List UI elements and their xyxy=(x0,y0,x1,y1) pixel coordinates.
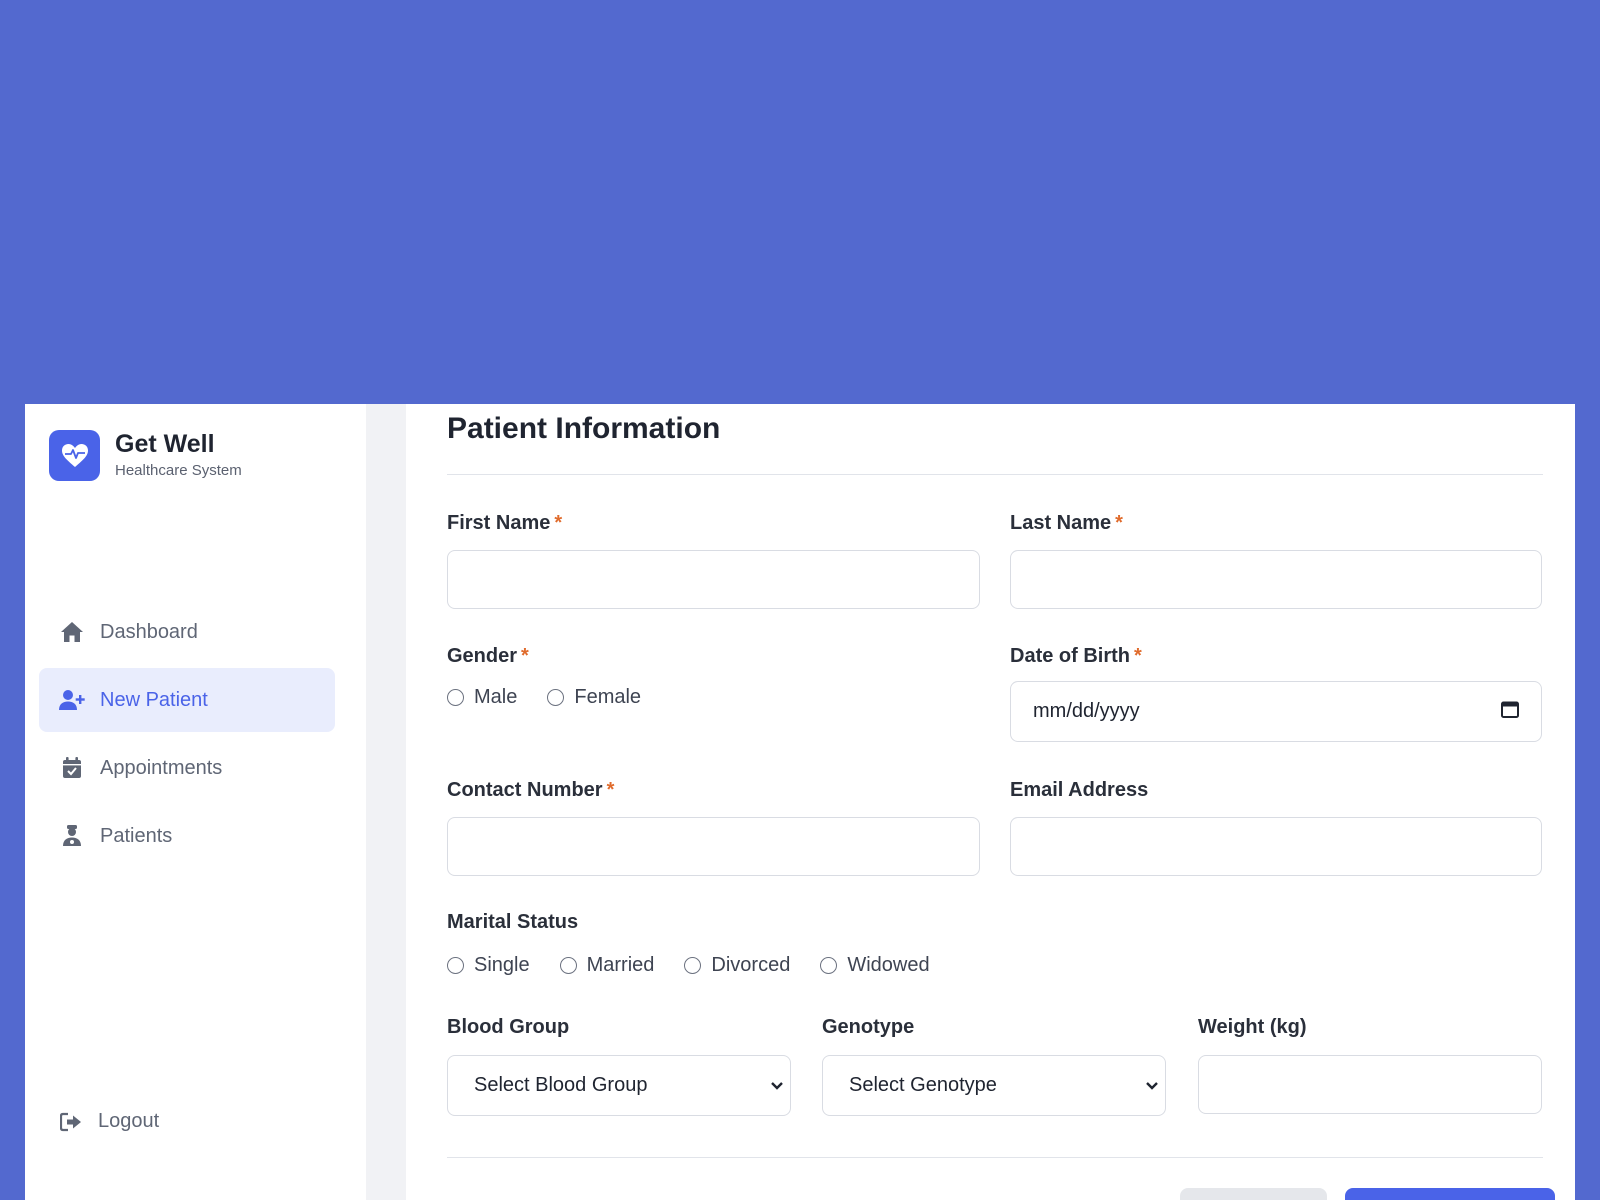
calendar-check-icon xyxy=(59,755,85,781)
radio-label: Female xyxy=(574,686,642,708)
required-mark: * xyxy=(554,512,563,534)
gender-radio-female[interactable]: Female xyxy=(547,686,641,709)
dob-label-text: Date of Birth xyxy=(1010,645,1130,667)
divider xyxy=(447,474,1543,475)
user-plus-icon xyxy=(59,687,85,713)
dob-placeholder: mm/dd/yyyy xyxy=(1033,700,1140,722)
chevron-down-icon xyxy=(770,1074,784,1097)
email-label: Email Address xyxy=(1010,779,1149,801)
first-name-label: First Name * xyxy=(447,512,562,535)
email-input[interactable] xyxy=(1010,817,1542,876)
blood-group-label: Blood Group xyxy=(447,1016,570,1038)
brand: Get Well Healthcare System xyxy=(49,430,242,481)
brand-name: Get Well xyxy=(115,430,215,458)
calendar-icon[interactable] xyxy=(1501,700,1519,724)
sidebar-item-label: Patients xyxy=(100,824,173,847)
gender-label: Gender * xyxy=(447,645,529,668)
genotype-selected: Select Genotype xyxy=(849,1074,997,1096)
home-icon xyxy=(59,619,85,645)
gender-radio-male[interactable]: Male xyxy=(447,686,517,709)
user-doctor-icon xyxy=(59,823,85,849)
dob-input[interactable]: mm/dd/yyyy xyxy=(1010,681,1542,742)
radio-label: Married xyxy=(586,954,655,976)
marital-radio-divorced[interactable]: Divorced xyxy=(684,954,790,977)
last-name-label: Last Name * xyxy=(1010,512,1123,535)
sidebar-nav: Dashboard New Patient Appointments Patie… xyxy=(39,600,335,872)
radio-label: Divorced xyxy=(711,954,791,976)
divider xyxy=(447,1157,1543,1158)
weight-label: Weight (kg) xyxy=(1198,1016,1307,1038)
page-title: Patient Information xyxy=(447,412,721,445)
save-button[interactable] xyxy=(1345,1188,1555,1200)
sidebar-item-dashboard[interactable]: Dashboard xyxy=(39,600,335,664)
blood-group-selected: Select Blood Group xyxy=(474,1074,648,1096)
radio-label: Widowed xyxy=(847,954,930,976)
logout-label: Logout xyxy=(98,1110,160,1132)
required-mark: * xyxy=(1134,645,1142,667)
logout-button[interactable]: Logout xyxy=(59,1110,159,1133)
radio-label: Male xyxy=(474,686,518,708)
last-name-label-text: Last Name xyxy=(1010,512,1112,534)
radio-circle[interactable] xyxy=(447,689,464,706)
marital-radio-group: Single Married Divorced Widowed xyxy=(447,954,960,977)
required-mark: * xyxy=(521,645,529,667)
sidebar: Get Well Healthcare System Dashboard New… xyxy=(25,404,366,1200)
marital-radio-single[interactable]: Single xyxy=(447,954,530,977)
chevron-down-icon xyxy=(1145,1074,1159,1097)
blood-group-select[interactable]: Select Blood Group xyxy=(447,1055,791,1116)
radio-circle[interactable] xyxy=(547,689,565,706)
marital-status-label: Marital Status xyxy=(447,911,579,933)
sidebar-item-label: Appointments xyxy=(100,756,223,779)
marital-radio-married[interactable]: Married xyxy=(559,954,655,977)
genotype-label: Genotype xyxy=(822,1016,915,1038)
genotype-select[interactable]: Select Genotype xyxy=(822,1055,1166,1116)
sidebar-item-patients[interactable]: Patients xyxy=(39,804,335,868)
radio-circle[interactable] xyxy=(447,957,464,974)
contact-label: Contact Number * xyxy=(447,779,614,802)
sidebar-item-appointments[interactable]: Appointments xyxy=(39,736,335,800)
radio-circle[interactable] xyxy=(820,957,838,974)
content-gutter xyxy=(366,404,406,1200)
cancel-button[interactable] xyxy=(1180,1188,1327,1200)
required-mark: * xyxy=(606,779,615,801)
brand-subtitle: Healthcare System xyxy=(115,462,242,479)
radio-label: Single xyxy=(474,954,530,976)
weight-input[interactable] xyxy=(1198,1055,1542,1114)
heart-pulse-icon xyxy=(49,430,100,481)
contact-number-input[interactable] xyxy=(447,817,980,876)
sidebar-item-label: Dashboard xyxy=(100,620,198,643)
marital-radio-widowed[interactable]: Widowed xyxy=(820,954,930,977)
dob-label: Date of Birth * xyxy=(1010,645,1142,668)
radio-circle[interactable] xyxy=(559,957,577,974)
gender-label-text: Gender xyxy=(447,645,518,667)
sidebar-item-label: New Patient xyxy=(100,688,208,711)
contact-label-text: Contact Number xyxy=(447,779,603,801)
gender-radio-group: Male Female xyxy=(447,686,671,709)
first-name-label-text: First Name xyxy=(447,512,551,534)
first-name-input[interactable] xyxy=(447,550,980,609)
required-mark: * xyxy=(1115,512,1123,534)
last-name-input[interactable] xyxy=(1010,550,1542,609)
sidebar-item-new-patient[interactable]: New Patient xyxy=(39,668,335,732)
main-content: Patient Information First Name * Last Nam… xyxy=(406,404,1575,1200)
radio-circle[interactable] xyxy=(684,957,702,974)
sign-out-icon xyxy=(59,1112,83,1132)
app-window: Get Well Healthcare System Dashboard New… xyxy=(25,404,1575,1200)
